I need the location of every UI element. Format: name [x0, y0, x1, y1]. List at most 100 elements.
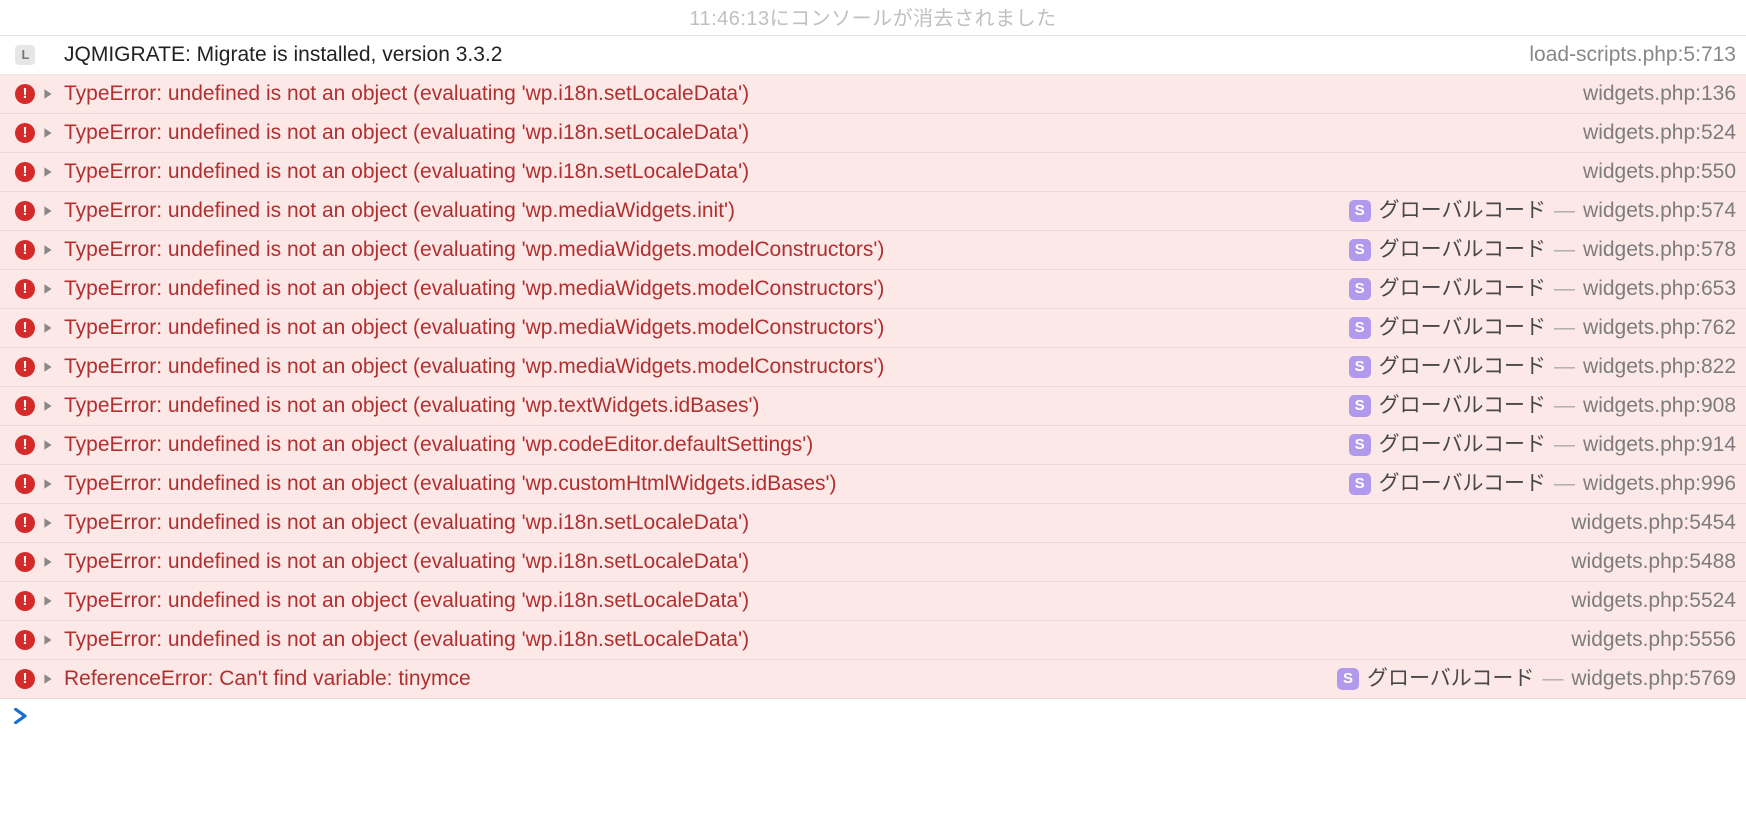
disclosure-arrow-icon[interactable]: [38, 205, 58, 217]
error-icon: !: [15, 630, 35, 650]
disclosure-arrow-icon[interactable]: [38, 127, 58, 139]
console-message: TypeError: undefined is not an object (e…: [58, 275, 1337, 302]
source-location-link[interactable]: load-scripts.php:5:713: [1529, 41, 1736, 68]
console-source: widgets.php:5454: [1559, 509, 1736, 536]
console-row[interactable]: !TypeError: undefined is not an object (…: [0, 114, 1746, 153]
error-icon: !: [15, 669, 35, 689]
separator: —: [1554, 197, 1575, 224]
console-row[interactable]: ! TypeError: undefined is not an object (…: [0, 75, 1746, 114]
disclosure-arrow-icon[interactable]: [38, 634, 58, 646]
console-message: TypeError: undefined is not an object (e…: [58, 548, 1559, 575]
scope-badge-icon: S: [1349, 434, 1371, 456]
error-icon: !: [15, 513, 35, 533]
console-row[interactable]: ! TypeError: undefined is not an object (…: [0, 582, 1746, 621]
disclosure-arrow-icon[interactable]: [38, 439, 58, 451]
console-row[interactable]: !TypeError: undefined is not an object (…: [0, 387, 1746, 426]
console-source: widgets.php:550: [1571, 158, 1736, 185]
source-location-link[interactable]: widgets.php:996: [1583, 470, 1736, 497]
console-message: TypeError: undefined is not an object (e…: [58, 158, 1571, 185]
disclosure-arrow-icon[interactable]: [38, 361, 58, 373]
scope-label: グローバルコード: [1379, 353, 1546, 380]
disclosure-arrow-icon[interactable]: [38, 322, 58, 334]
console-message: ReferenceError: Can't find variable: tin…: [58, 665, 1325, 692]
source-location-link[interactable]: widgets.php:574: [1583, 197, 1736, 224]
source-location-link[interactable]: widgets.php:578: [1583, 236, 1736, 263]
scope-label: グローバルコード: [1379, 236, 1546, 263]
scope-badge-icon: S: [1349, 200, 1371, 222]
console-row[interactable]: !TypeError: undefined is not an object (…: [0, 309, 1746, 348]
source-location-link[interactable]: widgets.php:822: [1583, 353, 1736, 380]
console-row[interactable]: ! TypeError: undefined is not an object (…: [0, 348, 1746, 387]
disclosure-arrow-icon[interactable]: [38, 556, 58, 568]
console-row[interactable]: !TypeError: undefined is not an object (…: [0, 504, 1746, 543]
error-icon: !: [15, 162, 35, 182]
console-row[interactable]: !TypeError: undefined is not an object (…: [0, 231, 1746, 270]
source-location-link[interactable]: widgets.php:524: [1583, 119, 1736, 146]
console-message: TypeError: undefined is not an object (e…: [58, 626, 1559, 653]
console-row[interactable]: ! TypeError: undefined is not an object (…: [0, 543, 1746, 582]
error-icon: !: [15, 435, 35, 455]
disclosure-arrow-icon[interactable]: [38, 88, 58, 100]
source-location-link[interactable]: widgets.php:5524: [1571, 587, 1736, 614]
scope-badge-icon: S: [1349, 473, 1371, 495]
console-source: Sグローバルコード—widgets.php:653: [1337, 275, 1736, 302]
console-message: TypeError: undefined is not an object (e…: [58, 587, 1559, 614]
console-message: TypeError: undefined is not an object (e…: [58, 119, 1571, 146]
console-message: TypeError: undefined is not an object (e…: [58, 353, 1337, 380]
source-location-link[interactable]: widgets.php:914: [1583, 431, 1736, 458]
console-source: S グローバルコード — widgets.php:914: [1337, 431, 1736, 458]
console-prompt[interactable]: [0, 699, 1746, 738]
console-source: Sグローバルコード—widgets.php:822: [1337, 353, 1736, 380]
console-row[interactable]: ! ReferenceError: Can't find variable: ti…: [0, 660, 1746, 699]
console-message: TypeError: undefined is not an object (e…: [58, 470, 1337, 497]
source-location-link[interactable]: widgets.php:653: [1583, 275, 1736, 302]
source-location-link[interactable]: widgets.php:136: [1583, 80, 1736, 107]
console-log-list: LJQMIGRATE: Migrate is installed, versio…: [0, 35, 1746, 699]
disclosure-arrow-icon[interactable]: [38, 283, 58, 295]
source-location-link[interactable]: widgets.php:5769: [1571, 665, 1736, 692]
console-source: S グローバルコード — widgets.php:578: [1337, 236, 1736, 263]
console-source: widgets.php:5524: [1559, 587, 1736, 614]
console-message: TypeError: undefined is not an object (e…: [58, 197, 1337, 224]
console-row[interactable]: ! TypeError: undefined is not an object (…: [0, 465, 1746, 504]
source-location-link[interactable]: widgets.php:908: [1583, 392, 1736, 419]
error-icon: !: [15, 357, 35, 377]
separator: —: [1554, 431, 1575, 458]
error-icon: !: [15, 591, 35, 611]
scope-badge-icon: S: [1337, 668, 1359, 690]
disclosure-arrow-icon[interactable]: [38, 517, 58, 529]
scope-label: グローバルコード: [1379, 431, 1546, 458]
console-source: widgets.php:5556: [1559, 626, 1736, 653]
console-message: TypeError: undefined is not an object (e…: [58, 431, 1337, 458]
error-icon: !: [15, 84, 35, 104]
separator: —: [1554, 236, 1575, 263]
disclosure-arrow-icon[interactable]: [38, 595, 58, 607]
console-message: TypeError: undefined is not an object (e…: [58, 80, 1571, 107]
source-location-link[interactable]: widgets.php:550: [1583, 158, 1736, 185]
console-row[interactable]: LJQMIGRATE: Migrate is installed, versio…: [0, 36, 1746, 75]
disclosure-arrow-icon[interactable]: [38, 244, 58, 256]
error-icon: !: [15, 474, 35, 494]
source-location-link[interactable]: widgets.php:762: [1583, 314, 1736, 341]
disclosure-arrow-icon[interactable]: [38, 478, 58, 490]
scope-label: グローバルコード: [1379, 314, 1546, 341]
console-row[interactable]: ! TypeError: undefined is not an object (…: [0, 426, 1746, 465]
console-row[interactable]: !TypeError: undefined is not an object (…: [0, 270, 1746, 309]
scope-badge-icon: S: [1349, 239, 1371, 261]
console-source: load-scripts.php:5:713: [1517, 41, 1736, 68]
console-message: TypeError: undefined is not an object (e…: [58, 236, 1337, 263]
source-location-link[interactable]: widgets.php:5556: [1571, 626, 1736, 653]
console-source: Sグローバルコード—widgets.php:574: [1337, 197, 1736, 224]
separator: —: [1554, 275, 1575, 302]
separator: —: [1554, 392, 1575, 419]
disclosure-arrow-icon[interactable]: [38, 166, 58, 178]
source-location-link[interactable]: widgets.php:5488: [1571, 548, 1736, 575]
disclosure-arrow-icon[interactable]: [38, 400, 58, 412]
source-location-link[interactable]: widgets.php:5454: [1571, 509, 1736, 536]
console-row[interactable]: ! TypeError: undefined is not an object (…: [0, 153, 1746, 192]
scope-badge-icon: S: [1349, 356, 1371, 378]
error-icon: !: [15, 552, 35, 572]
console-row[interactable]: ! TypeError: undefined is not an object (…: [0, 621, 1746, 660]
console-row[interactable]: !TypeError: undefined is not an object (…: [0, 192, 1746, 231]
disclosure-arrow-icon[interactable]: [38, 673, 58, 685]
